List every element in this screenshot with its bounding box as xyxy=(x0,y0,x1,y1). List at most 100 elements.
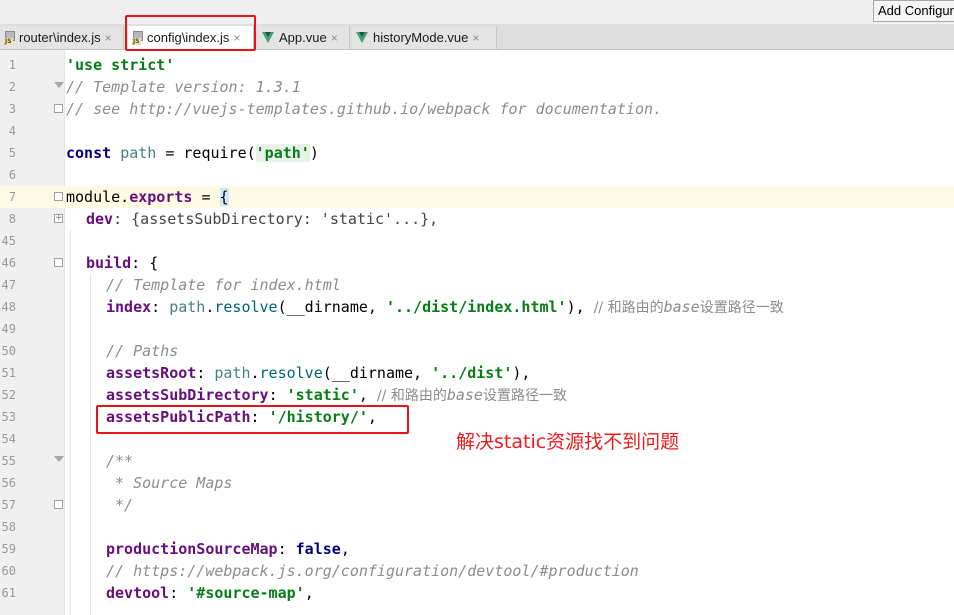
annotation-text: 解决static资源找不到问题 xyxy=(456,431,680,453)
line-number: 55 xyxy=(1,454,16,468)
code-line-56: * Source Maps xyxy=(106,472,232,494)
code-line-50: // Paths xyxy=(106,340,178,362)
property-token: assetsRoot xyxy=(106,364,197,382)
tab-highlight-box xyxy=(125,15,256,51)
tab-historymode-vue[interactable]: historyMode.vue × xyxy=(352,26,497,49)
add-configuration-button[interactable]: Add Configur xyxy=(873,0,954,22)
string-token: '../dist' xyxy=(431,364,513,382)
code-line-7: module.exports = { xyxy=(66,186,229,208)
fold-toggle-icon[interactable] xyxy=(54,192,63,201)
comment-token: // https://webpack.js.org/configuration/… xyxy=(106,562,639,580)
identifier-token: path xyxy=(120,144,157,162)
comment-text: 设置路径一致 xyxy=(482,388,567,404)
comment-text: base xyxy=(663,298,700,316)
line-number: 46 xyxy=(1,256,16,270)
comment-text: // 和路由的 xyxy=(376,388,447,404)
line-number: 3 xyxy=(8,102,16,116)
string-token: 'static' xyxy=(286,386,359,404)
code-line-57: */ xyxy=(106,494,133,516)
comment-token: /** xyxy=(106,452,134,470)
code-token: , xyxy=(340,540,350,558)
comment-token: // see http://vuejs-templates.github.io/… xyxy=(66,100,663,118)
property-token: assetsSubDirectory xyxy=(106,386,269,404)
line-number: 56 xyxy=(1,476,16,490)
code-token: ), xyxy=(566,298,594,316)
matched-brace: { xyxy=(219,188,229,206)
property-token: build xyxy=(86,254,132,272)
function-token: resolve xyxy=(214,298,278,316)
code-token: ) xyxy=(309,144,319,162)
string-token: 'path' xyxy=(255,144,310,162)
code-token: (__dirname, xyxy=(322,364,432,382)
close-icon[interactable]: × xyxy=(331,31,338,45)
comment-token: // 和路由的base设置路径一致 xyxy=(377,386,567,404)
comment-token: // Paths xyxy=(106,342,179,360)
line-number: 52 xyxy=(1,388,16,402)
tab-label: router\index.js xyxy=(19,30,101,45)
property-token: devtool xyxy=(106,584,170,602)
tab-app-vue[interactable]: App.vue × xyxy=(258,26,350,49)
line-number: 51 xyxy=(1,366,16,380)
js-file-icon: JS xyxy=(4,30,15,45)
code-line-55: /** xyxy=(106,450,133,472)
line-number: 49 xyxy=(1,322,16,336)
comment-text: base xyxy=(446,386,483,404)
code-line-1: 'use strict' xyxy=(66,54,174,76)
tab-router-index-js[interactable]: JS router\index.js × xyxy=(0,26,124,49)
code-line-59: productionSourceMap: false, xyxy=(106,538,350,560)
code-highlight-box xyxy=(96,405,409,434)
line-number: 7 xyxy=(8,190,16,204)
property-token: dev xyxy=(86,210,114,228)
fold-expand-icon[interactable]: + xyxy=(54,214,63,223)
tab-label: historyMode.vue xyxy=(373,30,469,45)
comment-token: // Template for index.html xyxy=(106,276,341,294)
code-token: module. xyxy=(66,188,130,206)
vue-file-icon xyxy=(262,32,274,43)
fold-end-icon[interactable] xyxy=(54,500,63,509)
identifier-token: path xyxy=(169,298,206,316)
code-line-47: // Template for index.html xyxy=(106,274,341,296)
line-number: 48 xyxy=(1,300,16,314)
fold-toggle-icon[interactable] xyxy=(54,258,63,267)
code-token: = require( xyxy=(156,144,256,162)
code-line-52: assetsSubDirectory: 'static', // 和路由的bas… xyxy=(106,384,567,406)
close-icon[interactable]: × xyxy=(105,31,112,45)
code-token: : xyxy=(196,364,215,382)
vue-file-icon xyxy=(356,32,368,43)
property-token: index xyxy=(106,298,152,316)
code-line-8: dev: {assetsSubDirectory: 'static'...}, xyxy=(86,208,438,230)
line-number: 53 xyxy=(1,410,16,424)
comment-token: // 和路由的base设置路径一致 xyxy=(594,298,784,316)
folded-code[interactable]: : {assetsSubDirectory: 'static'...}, xyxy=(113,210,438,228)
comment-token: // Template version: 1.3.1 xyxy=(66,78,301,96)
code-line-48: index: path.resolve(__dirname, '../dist/… xyxy=(106,296,784,318)
code-token: ), xyxy=(512,364,531,382)
string-token: 'use strict' xyxy=(66,56,175,74)
gutter-divider xyxy=(64,50,65,615)
line-number: 59 xyxy=(1,542,16,556)
fold-end-icon[interactable] xyxy=(54,104,63,113)
comment-text: 设置路径一致 xyxy=(699,300,784,316)
line-number: 47 xyxy=(1,278,16,292)
close-icon[interactable]: × xyxy=(472,31,479,45)
code-token: . xyxy=(250,364,260,382)
code-line-46: build: { xyxy=(86,252,158,274)
code-line-61: devtool: '#source-map', xyxy=(106,582,314,604)
code-token: : xyxy=(151,298,170,316)
line-number: 6 xyxy=(8,168,16,182)
code-token: = xyxy=(192,188,220,206)
line-number: 61 xyxy=(1,586,16,600)
line-number: 2 xyxy=(8,80,16,94)
fold-start-icon[interactable] xyxy=(54,456,64,462)
code-line-3: // see http://vuejs-templates.github.io/… xyxy=(66,98,662,120)
code-token: (__dirname, xyxy=(277,298,386,316)
code-token: , xyxy=(358,386,377,404)
code-line-5: const path = require('path') xyxy=(66,142,319,164)
fold-start-icon[interactable] xyxy=(54,82,64,88)
tab-label: App.vue xyxy=(279,30,327,45)
line-number: 50 xyxy=(1,344,16,358)
line-number: 60 xyxy=(1,564,16,578)
code-line-60: // https://webpack.js.org/configuration/… xyxy=(106,560,639,582)
keyword-token: const xyxy=(66,144,121,162)
line-number: 8 xyxy=(8,212,16,226)
